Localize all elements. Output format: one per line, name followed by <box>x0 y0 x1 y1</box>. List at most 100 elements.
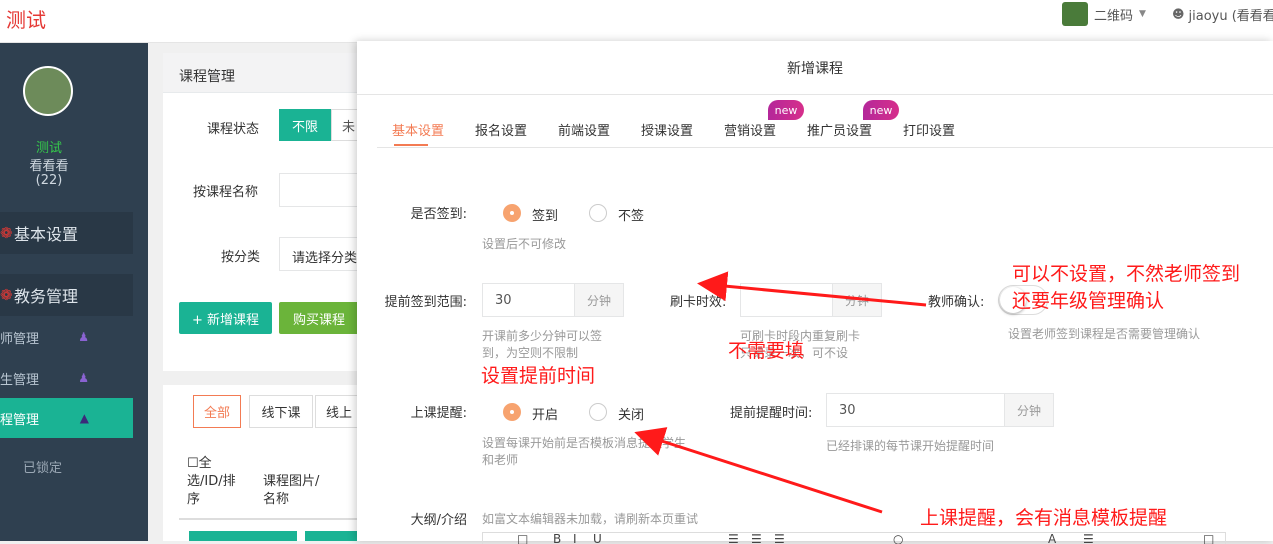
course-name-input[interactable] <box>279 173 363 207</box>
signin-yes-text: 签到 <box>532 209 559 224</box>
outline-help: 如富文本编辑器未加载，请刷新本页重试 <box>482 512 699 526</box>
modal-title: 新增课程 <box>357 41 1273 95</box>
tab-teaching-settings[interactable]: 授课设置 <box>641 120 693 139</box>
sidebar-section-label: 教务管理 <box>14 287 79 306</box>
gear-icon: ❁ <box>0 286 12 304</box>
status-filter-label: 课程状态 <box>207 122 260 137</box>
advance-time-annotation: 设置提前时间 <box>481 365 596 387</box>
active-tab-indicator <box>394 144 428 146</box>
reminder-time-input[interactable]: 30 <box>826 393 1005 427</box>
help-line: 和老师 <box>482 453 519 467</box>
user-menu[interactable]: ☻ jiaoyu (看看看 <box>1172 2 1273 26</box>
tab-online[interactable]: 线上 <box>315 395 363 428</box>
qr-code-menu[interactable]: 二维码 ▼ <box>1062 2 1146 26</box>
class-reminder-annotation: 上课提醒，会有消息模板提醒 <box>920 507 1168 529</box>
sidebar-item-students[interactable]: 生管理 ♟ <box>0 358 133 398</box>
sidebar-item-label: 师管理 <box>0 331 40 347</box>
new-badge: new <box>863 100 899 120</box>
sidebar-section-label: 基本设置 <box>14 225 79 244</box>
qr-code-label: 二维码 <box>1094 8 1134 24</box>
row-action-button[interactable] <box>305 531 363 541</box>
annotation-line: 可以不设置，不然老师签到 <box>1012 263 1241 285</box>
column-header-select[interactable]: ☐全 选/ID/排 序 <box>187 455 236 509</box>
sidebar-item-teachers[interactable]: 师管理 ♟ <box>0 317 133 357</box>
signin-yes-radio[interactable] <box>503 204 521 222</box>
status-unlimited-button[interactable]: 不限 <box>279 109 331 141</box>
fullscreen-icon[interactable]: □ <box>1203 533 1214 544</box>
tab-marketing-settings[interactable]: 营销设置 <box>724 120 776 139</box>
row-action-button[interactable] <box>189 531 297 541</box>
header-line: 名称 <box>263 492 290 507</box>
reminder-time-help: 已经排课的每节课开始提醒时间 <box>826 439 995 453</box>
caret-down-icon: ▼ <box>1139 9 1146 19</box>
underline-icon[interactable]: U <box>593 533 602 544</box>
signin-no-radio[interactable] <box>589 204 607 222</box>
tab-enroll-settings[interactable]: 报名设置 <box>475 120 527 139</box>
tab-frontend-settings[interactable]: 前端设置 <box>558 120 610 139</box>
course-filter-panel: 课程管理 课程状态 不限 未 按课程名称 按分类 请选择分类 + 新增课程 购买… <box>163 53 363 371</box>
annotation-line: 还要年级管理确认 <box>1012 290 1165 312</box>
new-badge: new <box>768 100 804 120</box>
advance-range-help: 开课前多少分钟可以签 到，为空则不限制 <box>482 328 602 362</box>
help-line: 设置每课开始前是否模板消息提醒学生 <box>482 436 687 450</box>
tab-promoter-settings[interactable]: 推广员设置 <box>807 120 872 139</box>
outline-label: 大纲/介绍 <box>410 513 467 528</box>
school-logo-thumb <box>1062 2 1088 26</box>
reminder-on-radio[interactable] <box>503 403 521 421</box>
column-header-image: 课程图片/ 名称 <box>263 473 319 509</box>
sidebar-item-label: 生管理 <box>0 372 40 388</box>
list-icon[interactable]: ☰ <box>1083 533 1094 544</box>
top-navbar: 测试 二维码 ▼ ☻ jiaoyu (看看看 <box>0 0 1273 43</box>
header-line: 全 <box>198 456 212 471</box>
copy-icon[interactable]: □ <box>517 533 528 544</box>
help-line: 到，为空则不限制 <box>482 346 579 360</box>
class-reminder-help: 设置每课开始前是否模板消息提醒学生 和老师 <box>482 435 686 469</box>
sidebar-section-academic[interactable]: ❁ 教务管理 <box>0 274 133 316</box>
teacher-icon: ♟ <box>78 330 89 344</box>
align-left-icon[interactable]: ☰ <box>728 533 739 544</box>
account-name: 看看看 <box>29 159 69 174</box>
align-right-icon[interactable]: ☰ <box>774 533 785 544</box>
modal-tabs: 基本设置 报名设置 前端设置 授课设置 营销设置 new 推广员设置 new 打… <box>377 96 1273 148</box>
user-name: jiaoyu (看看看 <box>1188 8 1273 24</box>
tab-all[interactable]: 全部 <box>193 395 241 428</box>
rich-text-toolbar: □ B I U ☰ ☰ ☰ ○ A ☰ □ <box>482 532 1226 544</box>
tab-offline[interactable]: 线下课 <box>249 395 313 428</box>
reminder-off-radio[interactable] <box>589 403 607 421</box>
panel-title: 课程管理 <box>163 53 363 93</box>
advance-range-unit: 分钟 <box>574 283 624 317</box>
gear-icon: ❁ <box>0 224 12 242</box>
header-line: 序 <box>187 492 201 507</box>
checkbox-icon[interactable]: ☐ <box>187 456 199 471</box>
teacher-confirm-annotation: 可以不设置，不然老师签到 还要年级管理确认 <box>1012 261 1240 315</box>
header-line: 课程图片/ <box>263 474 320 489</box>
teacher-confirm-help: 设置老师签到课程是否需要管理确认 <box>1008 327 1201 341</box>
link-icon[interactable]: ○ <box>893 533 903 544</box>
table-divider <box>179 518 363 520</box>
category-select[interactable]: 请选择分类 <box>279 237 363 271</box>
signin-no-text: 不签 <box>618 209 645 224</box>
card-period-input[interactable] <box>740 283 833 317</box>
italic-icon[interactable]: I <box>573 533 577 544</box>
sidebar-item-courses[interactable]: 程管理 ▲ <box>0 398 133 438</box>
help-line: 开课前多少分钟可以签 <box>482 329 603 343</box>
graduation-cap-icon: ▲ <box>79 411 89 425</box>
advance-range-input[interactable]: 30 <box>482 283 575 317</box>
header-line: 选/ID/排 <box>187 474 236 489</box>
course-list-panel: 全部 线下课 线上 ☐全 选/ID/排 序 课程图片/ 名称 <box>163 385 363 541</box>
user-icon: ☻ <box>1172 7 1185 21</box>
reminder-time-unit: 分钟 <box>1004 393 1054 427</box>
class-reminder-label: 上课提醒: <box>410 406 467 421</box>
reminder-on-text: 开启 <box>532 408 559 423</box>
signin-label: 是否签到: <box>410 207 467 222</box>
add-course-button[interactable]: + 新增课程 <box>179 302 272 334</box>
category-label: 按分类 <box>221 250 261 265</box>
align-center-icon[interactable]: ☰ <box>751 533 762 544</box>
tab-print-settings[interactable]: 打印设置 <box>903 120 955 139</box>
font-color-icon[interactable]: A <box>1048 533 1056 544</box>
school-name: 测试 <box>35 141 62 156</box>
buy-course-button[interactable]: 购买课程 <box>279 302 359 334</box>
tab-basic-settings[interactable]: 基本设置 <box>392 120 444 139</box>
bold-icon[interactable]: B <box>553 533 561 544</box>
sidebar-section-basic-settings[interactable]: ❁ 基本设置 <box>0 212 133 254</box>
